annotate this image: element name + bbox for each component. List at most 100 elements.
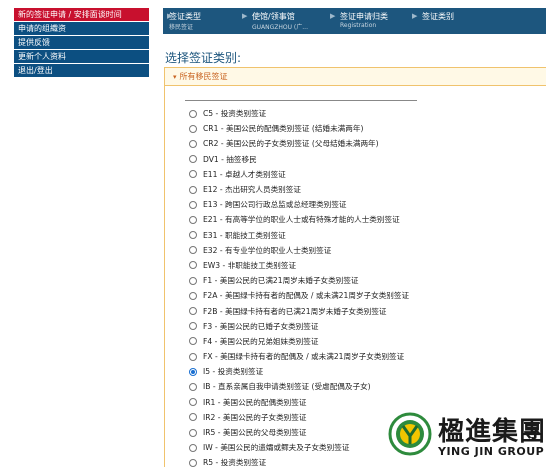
visa-option[interactable]: F2A - 美国绿卡持有者的配偶及 / 或未满21周岁子女类别签证 [189, 288, 409, 303]
visa-option-label: E21 - 有高等学位的职业人士或有特殊才能的人士类别签证 [203, 215, 400, 225]
sidebar-item-2[interactable]: 提供反馈 [14, 36, 149, 49]
radio-button[interactable] [189, 124, 197, 133]
visa-option-label: CR2 - 美国公民的子女类别签证 (父母结婚未满两年) [203, 139, 379, 149]
visa-option[interactable]: I5 - 投资类别签证 [189, 364, 409, 379]
visa-option-label: FX - 美国绿卡持有者的配偶及 / 或未满21周岁子女类别签证 [203, 352, 405, 362]
visa-option[interactable]: IW - 美国公民的遗孀或鳏夫及子女类别签证 [189, 440, 409, 455]
radio-button[interactable] [189, 382, 197, 391]
radio-button[interactable] [189, 215, 197, 224]
visa-option-label: IW - 美国公民的遗孀或鳏夫及子女类别签证 [203, 443, 350, 453]
visa-option-label: EW3 - 非职能技工类别签证 [203, 260, 297, 270]
visa-option[interactable]: CR2 - 美国公民的子女类别签证 (父母结婚未满两年) [189, 136, 409, 151]
visa-option-label: IB - 直系亲属自我申请类别签证 (受虐配偶及子女) [203, 382, 371, 392]
breadcrumb: ▶ 签证类型 移民签证 ▶ 使馆/领事馆 GUANGZHOU (广... ▶ 签证申请归类 Re… [163, 8, 546, 34]
visa-option[interactable]: CR1 - 美国公民的配偶类别签证 (结婚未满两年) [189, 121, 409, 136]
visa-option[interactable]: EW3 - 非职能技工类别签证 [189, 258, 409, 273]
visa-option-label: F1 - 美国公民的已满21周岁未婚子女类别签证 [203, 276, 359, 286]
visa-option[interactable]: E31 - 职能技工类别签证 [189, 228, 409, 243]
radio-button[interactable] [189, 443, 197, 452]
chevron-right-icon: ▶ [167, 12, 173, 20]
radio-button[interactable] [189, 231, 197, 240]
chevron-right-icon: ▶ [412, 12, 418, 20]
visa-option-list: C5 - 投资类别签证 CR1 - 美国公民的配偶类别签证 (结婚未满两年) CR2… [189, 106, 409, 467]
visa-option[interactable]: F1 - 美国公民的已满21周岁未婚子女类别签证 [189, 273, 409, 288]
visa-option-label: E31 - 职能技工类别签证 [203, 230, 286, 240]
radio-button[interactable] [189, 291, 197, 300]
visa-option[interactable]: DV1 - 抽签移民 [189, 152, 409, 167]
visa-option-label: E32 - 有专业学位的职业人士类别签证 [203, 245, 332, 255]
visa-option-label: C5 - 投资类别签证 [203, 109, 267, 119]
radio-button[interactable] [189, 246, 197, 255]
visa-option[interactable]: R5 - 投资类别签证 [189, 455, 409, 467]
visa-option-label: F2A - 美国绿卡持有者的配偶及 / 或未满21周岁子女类别签证 [203, 291, 410, 301]
visa-option-label: IR2 - 美国公民的子女类别签证 [203, 412, 307, 422]
visa-category-panel: ▾ 所有移民签证 C5 - 投资类别签证 CR1 - 美国公民的配偶类别签证 (结婚… [164, 67, 546, 467]
visa-option[interactable]: FX - 美国绿卡持有者的配偶及 / 或未满21周岁子女类别签证 [189, 349, 409, 364]
breadcrumb-step-1: ▶ 签证类型移民签证 [163, 8, 238, 34]
radio-button[interactable] [189, 261, 197, 270]
radio-button[interactable] [189, 413, 197, 422]
panel-header-toggle[interactable]: ▾ 所有移民签证 [165, 68, 546, 86]
radio-button[interactable] [189, 307, 197, 316]
visa-option-label: F4 - 美国公民的兄弟姐妹类别签证 [203, 336, 319, 346]
radio-button[interactable] [189, 367, 197, 376]
radio-button[interactable] [189, 200, 197, 209]
visa-option-label: E11 - 卓越人才类别签证 [203, 169, 286, 179]
radio-button[interactable] [189, 337, 197, 346]
sidebar-item-0[interactable]: 新的签证申请 / 安排面谈时间 [14, 8, 149, 21]
visa-option[interactable]: E21 - 有高等学位的职业人士或有特殊才能的人士类别签证 [189, 212, 409, 227]
sidebar-item-4[interactable]: 退出/登出 [14, 64, 149, 77]
visa-option[interactable]: C5 - 投资类别签证 [189, 106, 409, 121]
visa-option-label: CR1 - 美国公民的配偶类别签证 (结婚未满两年) [203, 124, 364, 134]
sidebar-menu: 新的签证申请 / 安排面谈时间 申请的组織资 提供反馈 更新个人资料 退出/登出 [14, 8, 149, 78]
visa-option[interactable]: IB - 直系亲属自我申请类别签证 (受虐配偶及子女) [189, 379, 409, 394]
visa-option[interactable]: IR2 - 美国公民的子女类别签证 [189, 410, 409, 425]
visa-option-label: IR1 - 美国公民的配偶类别签证 [203, 397, 307, 407]
radio-button[interactable] [189, 352, 197, 361]
visa-option[interactable]: IR1 - 美国公民的配偶类别签证 [189, 395, 409, 410]
visa-option[interactable]: F3 - 美国公民的已婚子女类别签证 [189, 319, 409, 334]
page-prompt: 选择签证类别: [165, 51, 242, 65]
visa-option[interactable]: E12 - 杰出研究人员类别签证 [189, 182, 409, 197]
radio-button[interactable] [189, 276, 197, 285]
logo-chinese-name: 楹進集團 [438, 417, 546, 447]
radio-button[interactable] [189, 170, 197, 179]
breadcrumb-step-subtitle: GUANGZHOU (广... [252, 24, 308, 31]
logo-english-name: YING JIN GROUP [438, 445, 545, 458]
panel-header-label: 所有移民签证 [179, 72, 228, 81]
visa-option-label: E12 - 杰出研究人员类别签证 [203, 185, 301, 195]
divider [185, 100, 417, 101]
breadcrumb-step-title: 签证申请归类 [340, 12, 388, 21]
sidebar-item-3[interactable]: 更新个人资料 [14, 50, 149, 63]
visa-option[interactable]: E32 - 有专业学位的职业人士类别签证 [189, 243, 409, 258]
visa-option-label: IR5 - 美国公民的父母类别签证 [203, 428, 307, 438]
breadcrumb-step-subtitle: 移民签证 [169, 24, 194, 31]
visa-option[interactable]: F4 - 美国公民的兄弟姐妹类别签证 [189, 334, 409, 349]
radio-button[interactable] [189, 185, 197, 194]
breadcrumb-step-title: 签证类型 [169, 12, 201, 21]
visa-option[interactable]: E11 - 卓越人才类别签证 [189, 167, 409, 182]
caret-down-icon: ▾ [173, 73, 177, 81]
sidebar-item-1[interactable]: 申请的组織资 [14, 22, 149, 35]
visa-option[interactable]: IR5 - 美国公民的父母类别签证 [189, 425, 409, 440]
visa-option-label: E13 - 跨国公司行政总监或总经理类别签证 [203, 200, 347, 210]
radio-button[interactable] [189, 139, 197, 148]
breadcrumb-step-3: ▶ 签证申请归类 Registration [326, 8, 408, 34]
radio-button[interactable] [189, 109, 197, 118]
visa-option[interactable]: F2B - 美国绿卡持有者的已满21周岁未婚子女类别签证 [189, 303, 409, 318]
chevron-right-icon: ▶ [330, 12, 336, 20]
visa-option[interactable]: E13 - 跨国公司行政总监或总经理类别签证 [189, 197, 409, 212]
breadcrumb-step-subtitle: Registration [340, 22, 377, 29]
radio-button[interactable] [189, 398, 197, 407]
radio-button[interactable] [189, 155, 197, 164]
company-logo: 楹進集團 YING JIN GROUP [386, 409, 546, 466]
breadcrumb-step-4: ▶ 签证类别 [408, 8, 496, 34]
visa-option-label: DV1 - 抽签移民 [203, 154, 257, 164]
breadcrumb-step-title: 签证类别 [422, 12, 454, 21]
visa-option-label: F2B - 美国绿卡持有者的已满21周岁未婚子女类别签证 [203, 306, 387, 316]
radio-button[interactable] [189, 428, 197, 437]
visa-option-label: I5 - 投资类别签证 [203, 367, 264, 377]
radio-button[interactable] [189, 322, 197, 331]
visa-option-label: F3 - 美国公民的已婚子女类别签证 [203, 321, 319, 331]
chevron-right-icon: ▶ [242, 12, 248, 20]
